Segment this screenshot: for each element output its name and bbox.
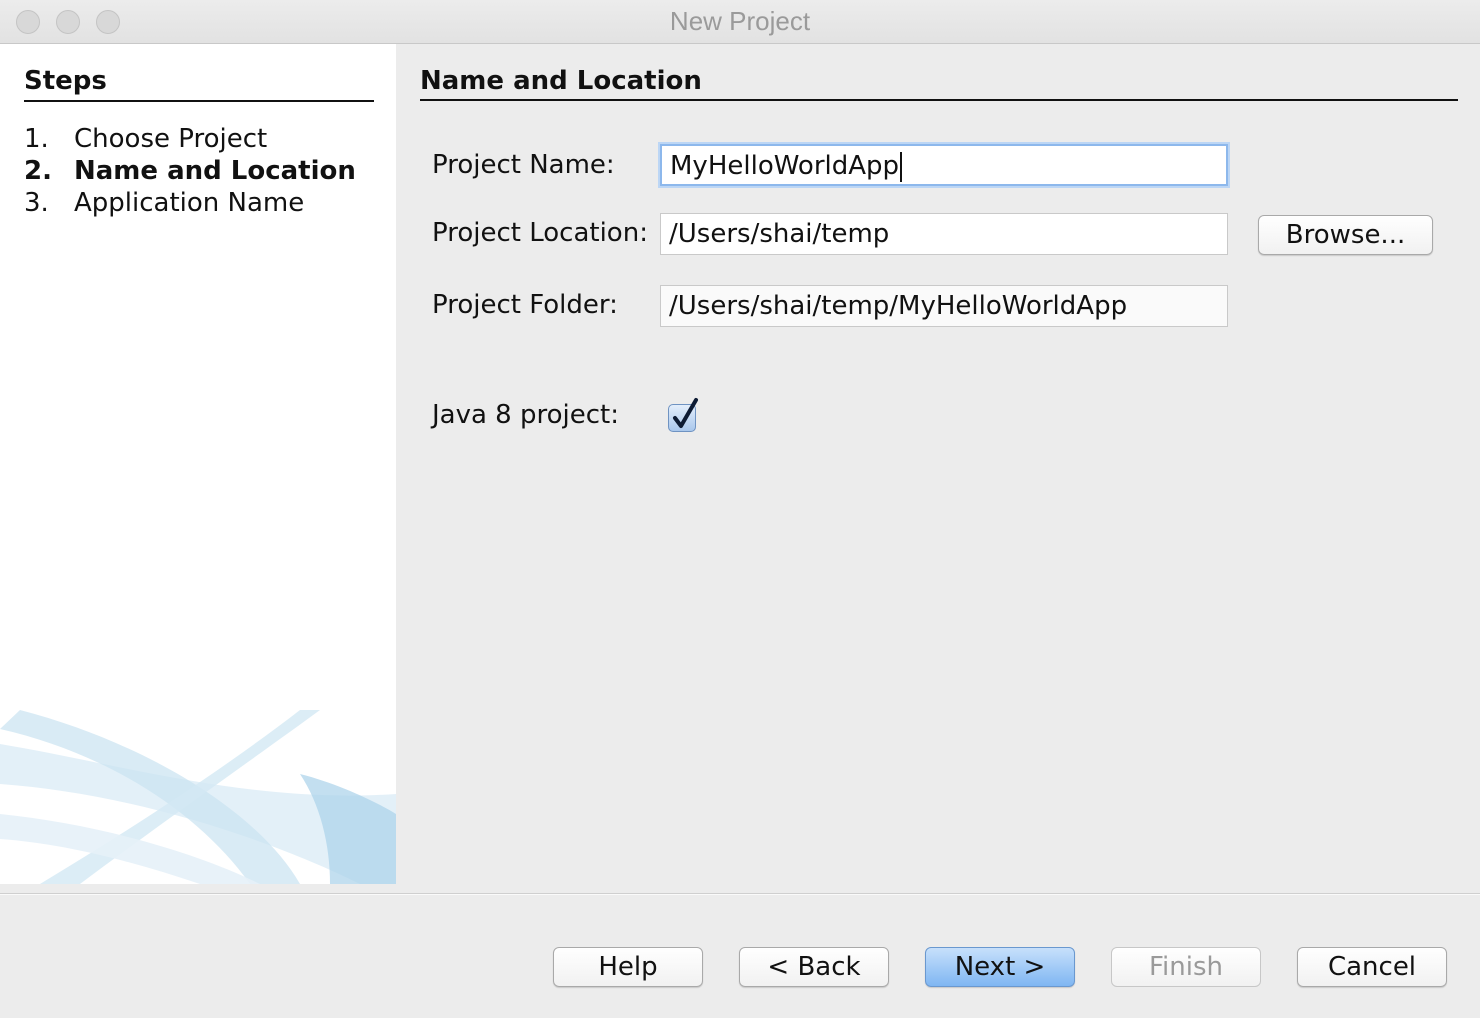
java8-project-checkbox[interactable] [668,398,698,432]
title-bar: New Project [0,0,1480,44]
back-button[interactable]: < Back [739,947,889,987]
window-title: New Project [669,6,811,36]
step-application-name: 3. Application Name [24,188,304,218]
next-button[interactable]: Next > [925,947,1075,987]
step-number: 3. [24,188,49,218]
project-folder-value: /Users/shai/temp/MyHelloWorldApp [669,291,1128,321]
text-caret [900,151,903,182]
project-location-value: /Users/shai/temp [669,219,890,249]
steps-sidebar: Steps 1. Choose Project 2. Name and Locati… [0,44,396,884]
step-label: Application Name [74,188,305,218]
checkmark-icon [673,398,698,428]
wizard-content-panel: Name and Location Project Name: MyHelloW… [396,44,1480,884]
step-number: 1. [24,124,49,154]
project-name-label: Project Name: [432,150,615,180]
steps-divider [24,100,374,102]
footer-divider-highlight [0,894,1480,895]
steps-title: Steps [24,66,107,96]
step-name-and-location: 2. Name and Location [24,156,356,186]
panel-title-divider [420,99,1458,101]
step-label: Name and Location [74,156,356,186]
decorative-swoosh-graphic [0,710,396,884]
step-number: 2. [24,156,52,186]
browse-button[interactable]: Browse... [1258,215,1433,255]
project-folder-field: /Users/shai/temp/MyHelloWorldApp [660,285,1228,327]
panel-title: Name and Location [420,66,702,96]
project-name-input[interactable]: MyHelloWorldApp [660,144,1228,186]
project-folder-label: Project Folder: [432,290,618,320]
step-label: Choose Project [74,124,268,154]
java8-project-label: Java 8 project: [432,400,619,430]
project-location-label: Project Location: [432,218,648,248]
project-location-input[interactable]: /Users/shai/temp [660,213,1228,255]
project-name-value: MyHelloWorldApp [670,151,900,181]
step-choose-project: 1. Choose Project [24,124,267,154]
cancel-button[interactable]: Cancel [1297,947,1447,987]
finish-button: Finish [1111,947,1261,987]
help-button[interactable]: Help [553,947,703,987]
